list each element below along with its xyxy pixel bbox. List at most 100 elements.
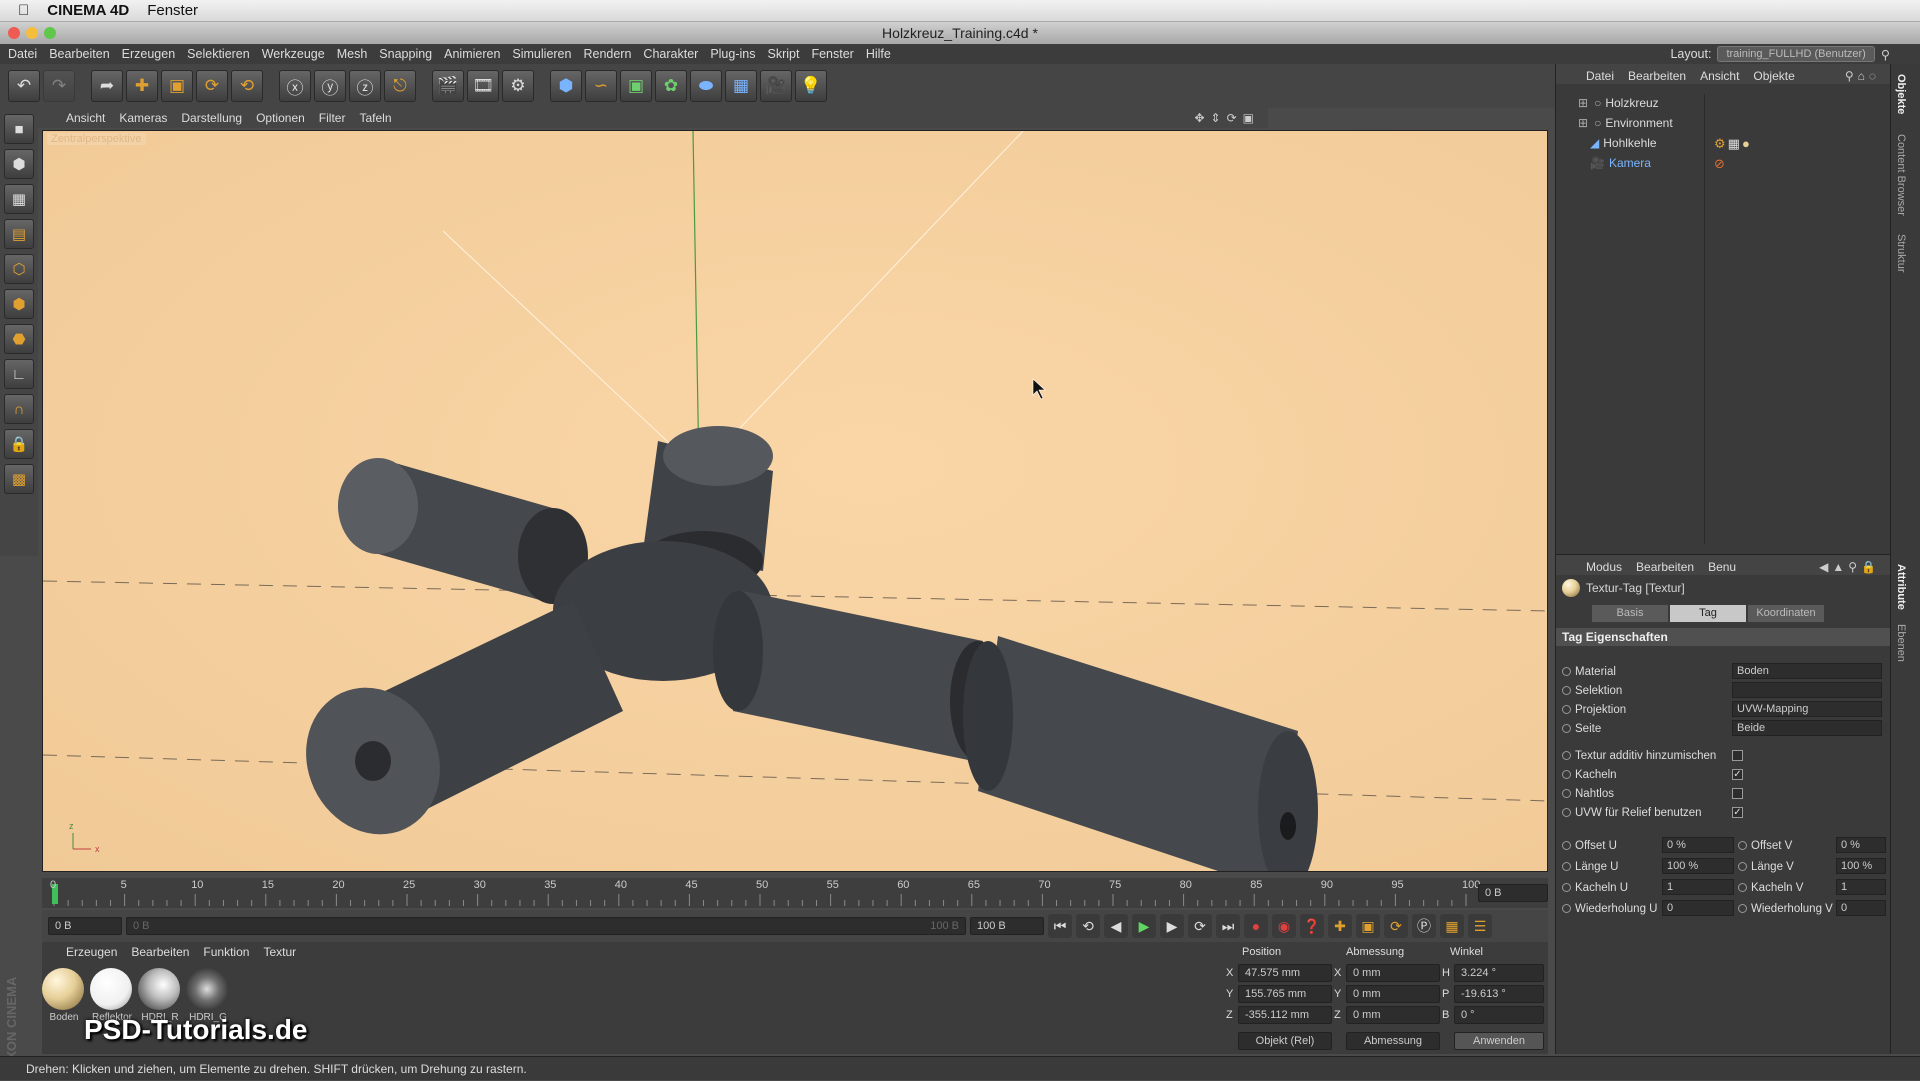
side-tab-attribute[interactable]: Attribute xyxy=(1895,564,1907,610)
animate-dot-icon[interactable] xyxy=(1562,862,1571,871)
vp-menu-darstellung[interactable]: Darstellung xyxy=(181,111,242,125)
side-tab-struktur[interactable]: Struktur xyxy=(1895,234,1907,273)
position-field[interactable]: 47.575 mm xyxy=(1238,964,1332,982)
menu-rendern[interactable]: Rendern xyxy=(583,47,631,61)
menu-bearbeiten[interactable]: Bearbeiten xyxy=(49,47,109,61)
x-axis-lock-icon[interactable]: ⓧ xyxy=(279,70,311,102)
select-arrow-icon[interactable]: ➦ xyxy=(91,70,123,102)
y-axis-lock-icon[interactable]: ⓨ xyxy=(314,70,346,102)
object-holzkreuz[interactable]: ⊞○Holzkreuz xyxy=(1578,94,1659,112)
checker-texture-tag-icon[interactable]: ▦ xyxy=(1728,136,1742,151)
animate-dot-icon[interactable] xyxy=(1738,883,1747,892)
3d-viewport[interactable]: Zentralperspektive xyxy=(42,130,1548,872)
animate-dot-icon[interactable] xyxy=(1562,686,1571,695)
points-mode-icon[interactable]: ⬡ xyxy=(4,254,34,284)
axis-mode-icon[interactable]: ∟ xyxy=(4,359,34,389)
size-field[interactable]: 0 mm xyxy=(1346,1006,1440,1024)
size-field[interactable]: 0 mm xyxy=(1346,985,1440,1003)
animate-dot-icon[interactable] xyxy=(1738,862,1747,871)
am-menu-modus[interactable]: Modus xyxy=(1586,560,1622,574)
om-menu-objekte[interactable]: Objekte xyxy=(1753,69,1794,83)
menu-erzeugen[interactable]: Erzeugen xyxy=(122,47,176,61)
checkbox[interactable]: ✓ xyxy=(1732,807,1743,818)
position-field[interactable]: 155.765 mm xyxy=(1238,985,1332,1003)
am-menu-bearbeiten[interactable]: Bearbeiten xyxy=(1636,560,1694,574)
apple-icon[interactable]:  xyxy=(18,2,29,19)
mat-menu-textur[interactable]: Textur xyxy=(263,945,296,962)
num-field-right[interactable]: 100 % xyxy=(1836,858,1886,874)
light-icon[interactable]: 💡 xyxy=(795,70,827,102)
menu-hilfe[interactable]: Hilfe xyxy=(866,47,891,61)
object-environment[interactable]: ⊞○Environment xyxy=(1578,114,1673,132)
tab-tag[interactable]: Tag xyxy=(1670,605,1746,622)
start-frame-field[interactable]: 0 B xyxy=(48,917,122,935)
minimize-window-button[interactable] xyxy=(26,27,38,39)
keyframe-selection-icon[interactable]: ❓ xyxy=(1300,914,1324,938)
menu-skript[interactable]: Skript xyxy=(767,47,799,61)
menu-werkzeuge[interactable]: Werkzeuge xyxy=(262,47,325,61)
cube-primitive-icon[interactable]: ⬢ xyxy=(550,70,582,102)
animate-dot-icon[interactable] xyxy=(1562,808,1571,817)
size-field[interactable]: 0 mm xyxy=(1346,964,1440,982)
key-rotation-icon[interactable]: ⟳ xyxy=(1384,914,1408,938)
vp-menu-ansicht[interactable]: Ansicht xyxy=(66,111,105,125)
angle-field[interactable]: -19.613 ° xyxy=(1454,985,1544,1003)
material-boden[interactable]: Boden xyxy=(42,968,86,1023)
animate-dot-icon[interactable] xyxy=(1562,789,1571,798)
model-mode-icon[interactable]: ⬢ xyxy=(4,149,34,179)
side-tab-content-browser[interactable]: Content Browser xyxy=(1895,134,1907,216)
render-picture-viewer-icon[interactable]: 🎞 xyxy=(467,70,499,102)
menu-charakter[interactable]: Charakter xyxy=(643,47,698,61)
num-field-left[interactable]: 0 % xyxy=(1662,837,1734,853)
tab-basis[interactable]: Basis xyxy=(1592,605,1668,622)
size-mode-dropdown[interactable]: Abmessung xyxy=(1346,1032,1440,1050)
expand-icon[interactable]: ⊞ xyxy=(1578,96,1588,110)
animate-dot-icon[interactable] xyxy=(1562,667,1571,676)
rotate-tool-icon[interactable]: ⟳ xyxy=(196,70,228,102)
object-hohlkehle[interactable]: ◢Hohlkehle xyxy=(1590,134,1657,152)
goto-end-icon[interactable]: ⏭ xyxy=(1216,914,1240,938)
goto-start-icon[interactable]: ⏮ xyxy=(1048,914,1072,938)
vp-menu-kameras[interactable]: Kameras xyxy=(119,111,167,125)
angle-field[interactable]: 3.224 ° xyxy=(1454,964,1544,982)
compositing-tag-icon[interactable]: ⚙ xyxy=(1714,136,1728,151)
om-search-home-icons[interactable]: ⚲⌂◌ xyxy=(1845,69,1880,83)
mat-menu-bearbeiten[interactable]: Bearbeiten xyxy=(131,945,189,962)
side-tab-ebenen[interactable]: Ebenen xyxy=(1895,624,1907,662)
texture-mode-icon[interactable]: ▦ xyxy=(4,184,34,214)
recent-tool-icon[interactable]: ⟲ xyxy=(231,70,263,102)
num-field-left[interactable]: 100 % xyxy=(1662,858,1734,874)
prop-value-seite[interactable]: Beide xyxy=(1732,720,1882,736)
magnet-snap-icon[interactable]: ∩ xyxy=(4,394,34,424)
menu-snapping[interactable]: Snapping xyxy=(379,47,432,61)
animate-dot-icon[interactable] xyxy=(1738,841,1747,850)
coord-mode-dropdown[interactable]: Objekt (Rel) xyxy=(1238,1032,1332,1050)
menu-animieren[interactable]: Animieren xyxy=(444,47,500,61)
animate-dot-icon[interactable] xyxy=(1562,770,1571,779)
am-menu-benutzer[interactable]: Benu xyxy=(1708,560,1736,574)
mac-app-name[interactable]: CINEMA 4D xyxy=(47,2,129,19)
protection-tag-icon[interactable]: ⊘ xyxy=(1714,156,1725,172)
menu-mesh[interactable]: Mesh xyxy=(337,47,368,61)
autokey-icon[interactable]: ◉ xyxy=(1272,914,1296,938)
play-icon[interactable]: ▶ xyxy=(1132,914,1156,938)
menu-fenster[interactable]: Fenster xyxy=(811,47,853,61)
animate-dot-icon[interactable] xyxy=(1738,904,1747,913)
vp-menu-optionen[interactable]: Optionen xyxy=(256,111,305,125)
om-menu-bearbeiten[interactable]: Bearbeiten xyxy=(1628,69,1686,83)
undo-icon[interactable]: ↶ xyxy=(8,70,40,102)
coordinate-system-icon[interactable]: ⎋ xyxy=(384,70,416,102)
scale-tool-icon[interactable]: ▣ xyxy=(161,70,193,102)
material-tag-icon[interactable]: ● xyxy=(1742,136,1752,151)
lock-workplane-icon[interactable]: 🔒 xyxy=(4,429,34,459)
animate-dot-icon[interactable] xyxy=(1562,841,1571,850)
render-settings-icon[interactable]: ⚙ xyxy=(502,70,534,102)
animate-dot-icon[interactable] xyxy=(1562,705,1571,714)
zoom-window-button[interactable] xyxy=(44,27,56,39)
nurbs-subdivision-icon[interactable]: ▣ xyxy=(620,70,652,102)
checkbox[interactable] xyxy=(1732,788,1743,799)
z-axis-lock-icon[interactable]: ⓩ xyxy=(349,70,381,102)
position-field[interactable]: -355.112 mm xyxy=(1238,1006,1332,1024)
spline-pen-icon[interactable]: ∽ xyxy=(585,70,617,102)
tab-koordinaten[interactable]: Koordinaten xyxy=(1748,605,1824,622)
